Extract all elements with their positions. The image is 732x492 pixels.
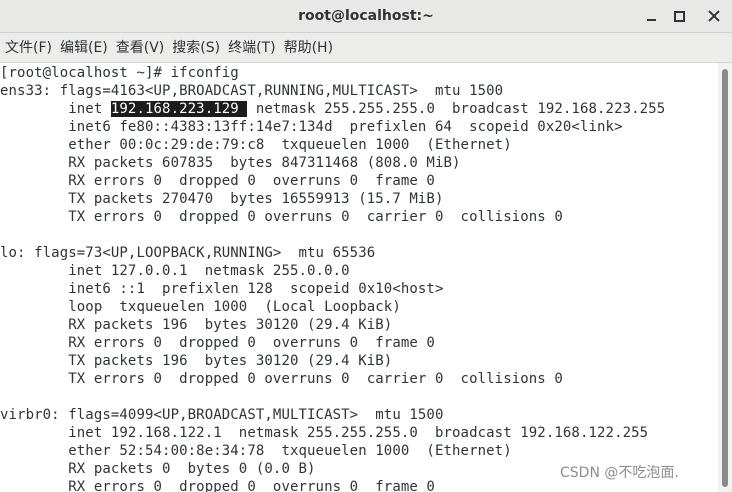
terminal-text: [root@localhost ~]# ifconfig <box>0 65 239 81</box>
terminal-line: RX packets 0 bytes 0 (0.0 B) <box>0 460 316 478</box>
terminal-line: RX errors 0 dropped 0 overruns 0 frame 0 <box>0 478 435 492</box>
terminal-line: inet 192.168.122.1 netmask 255.255.255.0… <box>0 424 648 442</box>
terminal-line: lo: flags=73<UP,LOOPBACK,RUNNING> mtu 65… <box>0 244 375 262</box>
terminal-line: [root@localhost ~]# ifconfig <box>0 64 239 82</box>
terminal-text: TX packets 196 bytes 30120 (29.4 KiB) <box>0 353 393 369</box>
title-bar[interactable]: root@localhost:~ <box>0 0 732 33</box>
terminal-text: RX errors 0 dropped 0 overruns 0 frame 0 <box>0 173 435 189</box>
terminal-line: ether 52:54:00:8e:34:78 txqueuelen 1000 … <box>0 442 512 460</box>
menu-help[interactable]: 帮助(H) <box>280 33 337 63</box>
terminal-text: inet6 ::1 prefixlen 128 scopeid 0x10<hos… <box>0 281 444 297</box>
terminal-output[interactable]: [root@localhost ~]# ifconfig ens33: flags… <box>0 63 716 492</box>
watermark: CSDN @不吃泡面. <box>560 465 679 481</box>
terminal-text: virbr0: flags=4099<UP,BROADCAST,MULTICAS… <box>0 407 444 423</box>
terminal-line: RX packets 607835 bytes 847311468 (808.0… <box>0 154 461 172</box>
terminal-text: ether 52:54:00:8e:34:78 txqueuelen 1000 … <box>0 443 512 459</box>
terminal-text: loop txqueuelen 1000 (Local Loopback) <box>0 299 401 315</box>
terminal-text: lo: flags=73<UP,LOOPBACK,RUNNING> mtu 65… <box>0 245 376 261</box>
menu-edit[interactable]: 编辑(E) <box>56 33 112 63</box>
terminal-text: inet 192.168.122.1 netmask 255.255.255.0… <box>0 425 649 441</box>
terminal-line: RX errors 0 dropped 0 overruns 0 frame 0 <box>0 172 435 190</box>
menu-bar: 文件(F) 编辑(E) 查看(V) 搜索(S) 终端(T) 帮助(H) <box>0 33 732 63</box>
terminal-text: inet 127.0.0.1 netmask 255.0.0.0 <box>0 263 350 279</box>
terminal-line: TX packets 196 bytes 30120 (29.4 KiB) <box>0 352 392 370</box>
terminal-text: RX errors 0 dropped 0 overruns 0 frame 0 <box>0 479 435 492</box>
terminal-line: TX errors 0 dropped 0 overruns 0 carrier… <box>0 370 563 388</box>
terminal-line: RX packets 196 bytes 30120 (29.4 KiB) <box>0 316 392 334</box>
menu-file[interactable]: 文件(F) <box>0 33 56 63</box>
terminal-line: inet6 ::1 prefixlen 128 scopeid 0x10<hos… <box>0 280 444 298</box>
terminal-text: TX packets 270470 bytes 16559913 (15.7 M… <box>0 191 444 207</box>
scrollbar-thumb[interactable] <box>722 69 728 487</box>
terminal-text: inet6 fe80::4383:13ff:14e7:134d prefixle… <box>0 119 623 135</box>
terminal-text: TX errors 0 dropped 0 overruns 0 carrier… <box>0 209 563 225</box>
menu-search[interactable]: 搜索(S) <box>168 33 224 63</box>
maximize-icon <box>673 10 685 22</box>
terminal-text: ens33: flags=4163<UP,BROADCAST,RUNNING,M… <box>0 83 504 99</box>
terminal-text: RX packets 0 bytes 0 (0.0 B) <box>0 461 316 477</box>
terminal-line: ether 00:0c:29:de:79:c8 txqueuelen 1000 … <box>0 136 512 154</box>
terminal-line: TX errors 0 dropped 0 overruns 0 carrier… <box>0 208 563 226</box>
terminal-text: RX packets 196 bytes 30120 (29.4 KiB) <box>0 317 393 333</box>
terminal-line: inet 192.168.223.129 netmask 255.255.255… <box>0 100 665 118</box>
window-title: root@localhost:~ <box>298 8 434 24</box>
terminal-window: root@localhost:~ 文件(F) 编辑(E) 查看(V) 搜索(S)… <box>0 0 732 492</box>
menu-view[interactable]: 查看(V) <box>112 33 169 63</box>
minimize-icon <box>646 19 656 21</box>
terminal-line: loop txqueuelen 1000 (Local Loopback) <box>0 298 401 316</box>
minimize-button[interactable] <box>640 6 662 26</box>
terminal-text: ether 00:0c:29:de:79:c8 txqueuelen 1000 … <box>0 137 512 153</box>
menu-terminal[interactable]: 终端(T) <box>224 33 279 63</box>
close-icon <box>708 10 720 22</box>
maximize-button[interactable] <box>668 6 690 26</box>
terminal-line: RX errors 0 dropped 0 overruns 0 frame 0 <box>0 334 435 352</box>
terminal-line: virbr0: flags=4099<UP,BROADCAST,MULTICAS… <box>0 406 444 424</box>
terminal-line: inet 127.0.0.1 netmask 255.0.0.0 <box>0 262 350 280</box>
close-button[interactable] <box>703 6 725 26</box>
terminal-text: inet <box>0 101 111 117</box>
selected-text: 192.168.223.129 <box>110 101 248 117</box>
terminal-text: RX errors 0 dropped 0 overruns 0 frame 0 <box>0 335 435 351</box>
terminal-text: TX errors 0 dropped 0 overruns 0 carrier… <box>0 371 563 387</box>
terminal-line: inet6 fe80::4383:13ff:14e7:134d prefixle… <box>0 118 623 136</box>
terminal-text: RX packets 607835 bytes 847311468 (808.0… <box>0 155 461 171</box>
terminal-line: TX packets 270470 bytes 16559913 (15.7 M… <box>0 190 444 208</box>
terminal-line: ens33: flags=4163<UP,BROADCAST,RUNNING,M… <box>0 82 503 100</box>
scrollbar[interactable] <box>718 63 732 492</box>
terminal-text: netmask 255.255.255.0 broadcast 192.168.… <box>247 101 666 117</box>
